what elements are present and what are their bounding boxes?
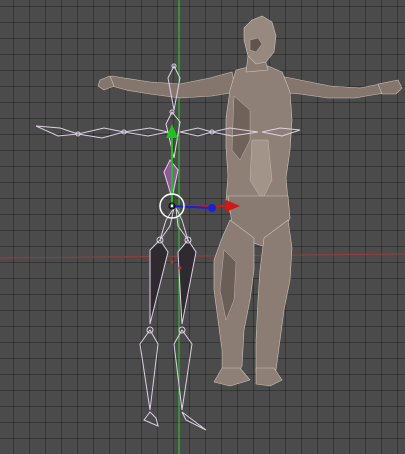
mesh-right-hand (377, 79, 403, 95)
human-mesh[interactable] (97, 15, 403, 387)
bone-left-shoulder[interactable] (123, 127, 169, 137)
bone-right-shin[interactable] (173, 329, 193, 411)
mesh-left-foot (213, 367, 251, 387)
bone-left-shin[interactable] (139, 329, 159, 411)
gizmo-z-handle[interactable] (208, 204, 216, 212)
scene-canvas[interactable] (0, 0, 405, 454)
pose-marker (178, 266, 182, 270)
3d-cursor-dot (170, 204, 174, 208)
bone-left-thigh[interactable] (149, 239, 169, 325)
bone-left-upperarm[interactable] (77, 127, 125, 139)
bone-right-foot[interactable] (181, 411, 207, 431)
bone-right-thigh[interactable] (177, 239, 197, 325)
bone-left-foot[interactable] (143, 411, 159, 427)
mesh-right-foot (255, 367, 283, 387)
bone-left-forearm[interactable] (35, 125, 79, 137)
mesh-head (243, 15, 277, 65)
x-axis-line (0, 253, 405, 259)
3d-viewport[interactable] (0, 0, 405, 454)
pose-marker (170, 260, 174, 264)
bone-right-shoulder[interactable] (179, 127, 214, 137)
